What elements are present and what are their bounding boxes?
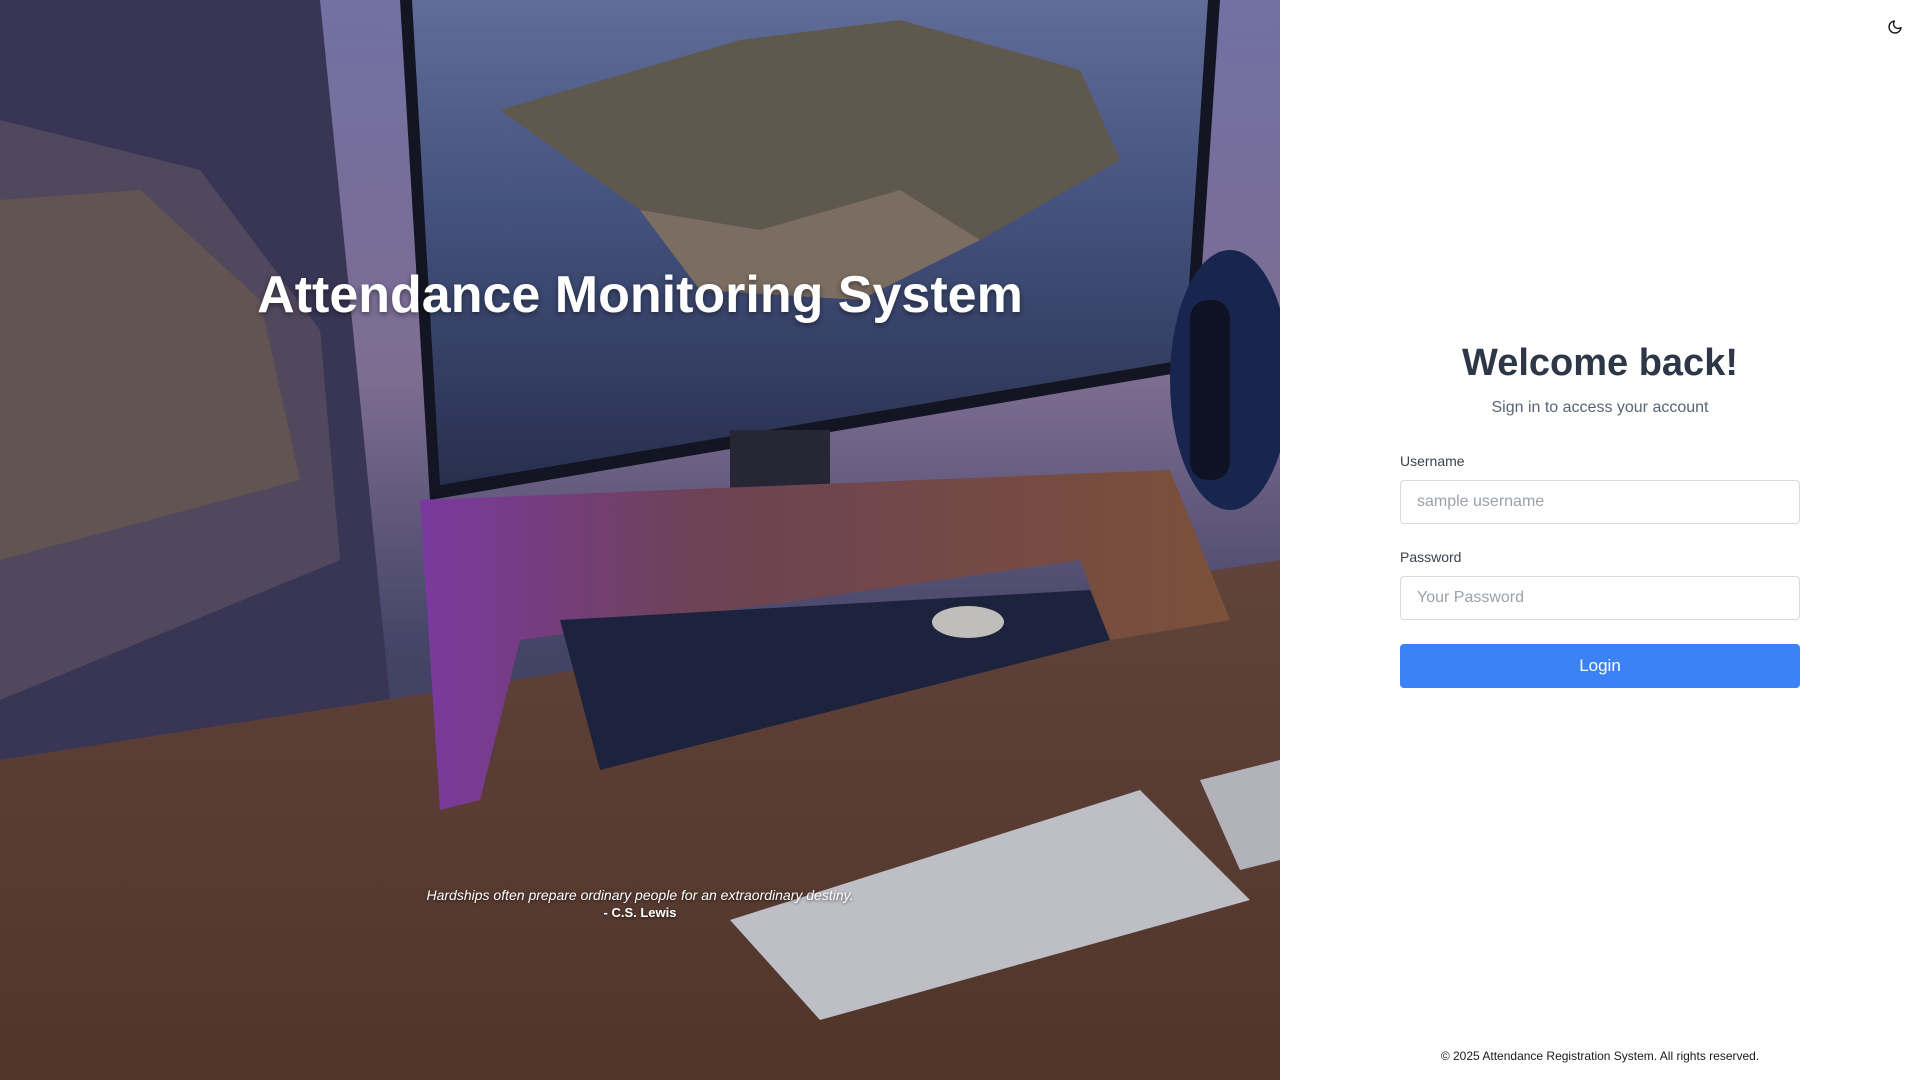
password-label: Password — [1400, 549, 1462, 565]
username-label: Username — [1400, 453, 1465, 469]
login-button[interactable]: Login — [1400, 644, 1800, 688]
theme-toggle-button[interactable] — [1884, 16, 1906, 38]
quote-text: Hardships often prepare ordinary people … — [426, 887, 854, 903]
page-title: Welcome back! — [1462, 342, 1738, 384]
quote-author: - C.S. Lewis — [603, 905, 677, 920]
footer-copyright: © 2025 Attendance Registration System. A… — [1440, 1049, 1760, 1063]
quote: Hardships often prepare ordinary people … — [0, 886, 1280, 922]
hero-panel: Attendance Monitoring System Hardships o… — [0, 0, 1280, 1080]
page-subtitle: Sign in to access your account — [1491, 399, 1709, 416]
username-input[interactable] — [1400, 480, 1800, 524]
hero-title: Attendance Monitoring System — [257, 266, 1023, 324]
moon-icon — [1888, 20, 1902, 34]
login-panel: Welcome back! Sign in to access your acc… — [1280, 0, 1920, 1080]
password-input[interactable] — [1400, 576, 1800, 620]
